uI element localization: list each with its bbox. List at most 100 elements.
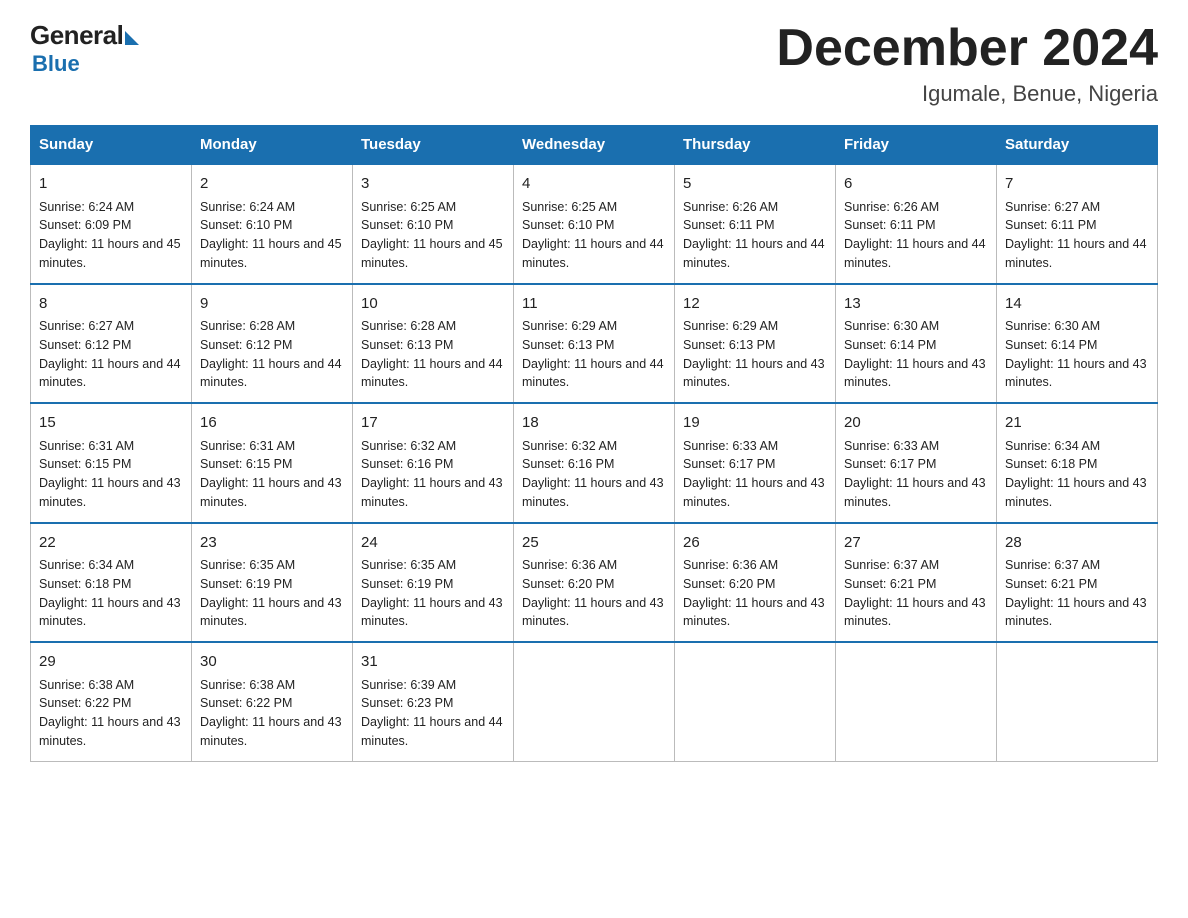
day-number: 29 bbox=[39, 651, 183, 674]
sunrise-text: Sunrise: 6:37 AM bbox=[844, 556, 988, 575]
sunset-text: Sunset: 6:13 PM bbox=[361, 336, 505, 355]
sunset-text: Sunset: 6:13 PM bbox=[522, 336, 666, 355]
sunset-text: Sunset: 6:21 PM bbox=[1005, 575, 1149, 594]
calendar-cell: 27Sunrise: 6:37 AMSunset: 6:21 PMDayligh… bbox=[836, 523, 997, 643]
sunrise-text: Sunrise: 6:34 AM bbox=[1005, 437, 1149, 456]
day-number: 8 bbox=[39, 293, 183, 316]
calendar-table: SundayMondayTuesdayWednesdayThursdayFrid… bbox=[30, 125, 1158, 762]
sunrise-text: Sunrise: 6:36 AM bbox=[683, 556, 827, 575]
day-number: 12 bbox=[683, 293, 827, 316]
sunset-text: Sunset: 6:19 PM bbox=[200, 575, 344, 594]
day-number: 11 bbox=[522, 293, 666, 316]
sunset-text: Sunset: 6:12 PM bbox=[200, 336, 344, 355]
logo: General Blue bbox=[30, 20, 139, 77]
sunset-text: Sunset: 6:11 PM bbox=[683, 216, 827, 235]
daylight-text: Daylight: 11 hours and 43 minutes. bbox=[683, 474, 827, 512]
sunset-text: Sunset: 6:14 PM bbox=[844, 336, 988, 355]
page-header: General Blue December 2024 Igumale, Benu… bbox=[30, 20, 1158, 107]
sunrise-text: Sunrise: 6:34 AM bbox=[39, 556, 183, 575]
day-number: 30 bbox=[200, 651, 344, 674]
day-number: 25 bbox=[522, 532, 666, 555]
daylight-text: Daylight: 11 hours and 43 minutes. bbox=[361, 594, 505, 632]
day-number: 23 bbox=[200, 532, 344, 555]
calendar-cell: 2Sunrise: 6:24 AMSunset: 6:10 PMDaylight… bbox=[192, 164, 353, 284]
calendar-cell: 22Sunrise: 6:34 AMSunset: 6:18 PMDayligh… bbox=[31, 523, 192, 643]
calendar-cell: 24Sunrise: 6:35 AMSunset: 6:19 PMDayligh… bbox=[353, 523, 514, 643]
sunset-text: Sunset: 6:10 PM bbox=[522, 216, 666, 235]
calendar-week-row: 15Sunrise: 6:31 AMSunset: 6:15 PMDayligh… bbox=[31, 403, 1158, 523]
sunset-text: Sunset: 6:10 PM bbox=[361, 216, 505, 235]
calendar-cell: 12Sunrise: 6:29 AMSunset: 6:13 PMDayligh… bbox=[675, 284, 836, 404]
calendar-cell: 19Sunrise: 6:33 AMSunset: 6:17 PMDayligh… bbox=[675, 403, 836, 523]
daylight-text: Daylight: 11 hours and 44 minutes. bbox=[361, 355, 505, 393]
daylight-text: Daylight: 11 hours and 43 minutes. bbox=[1005, 355, 1149, 393]
calendar-cell: 6Sunrise: 6:26 AMSunset: 6:11 PMDaylight… bbox=[836, 164, 997, 284]
logo-triangle-icon bbox=[125, 31, 139, 45]
daylight-text: Daylight: 11 hours and 43 minutes. bbox=[844, 594, 988, 632]
daylight-text: Daylight: 11 hours and 43 minutes. bbox=[844, 474, 988, 512]
calendar-week-row: 1Sunrise: 6:24 AMSunset: 6:09 PMDaylight… bbox=[31, 164, 1158, 284]
day-number: 16 bbox=[200, 412, 344, 435]
header-monday: Monday bbox=[192, 126, 353, 165]
sunrise-text: Sunrise: 6:35 AM bbox=[200, 556, 344, 575]
header-sunday: Sunday bbox=[31, 126, 192, 165]
calendar-cell: 28Sunrise: 6:37 AMSunset: 6:21 PMDayligh… bbox=[997, 523, 1158, 643]
day-number: 20 bbox=[844, 412, 988, 435]
calendar-cell bbox=[997, 642, 1158, 761]
day-number: 24 bbox=[361, 532, 505, 555]
sunrise-text: Sunrise: 6:29 AM bbox=[683, 317, 827, 336]
sunrise-text: Sunrise: 6:31 AM bbox=[200, 437, 344, 456]
sunrise-text: Sunrise: 6:30 AM bbox=[844, 317, 988, 336]
day-number: 9 bbox=[200, 293, 344, 316]
daylight-text: Daylight: 11 hours and 44 minutes. bbox=[39, 355, 183, 393]
day-number: 4 bbox=[522, 173, 666, 196]
sunrise-text: Sunrise: 6:38 AM bbox=[200, 676, 344, 695]
sunrise-text: Sunrise: 6:32 AM bbox=[522, 437, 666, 456]
header-wednesday: Wednesday bbox=[514, 126, 675, 165]
sunset-text: Sunset: 6:15 PM bbox=[39, 455, 183, 474]
day-number: 14 bbox=[1005, 293, 1149, 316]
sunset-text: Sunset: 6:22 PM bbox=[39, 694, 183, 713]
calendar-cell: 8Sunrise: 6:27 AMSunset: 6:12 PMDaylight… bbox=[31, 284, 192, 404]
calendar-cell: 18Sunrise: 6:32 AMSunset: 6:16 PMDayligh… bbox=[514, 403, 675, 523]
daylight-text: Daylight: 11 hours and 43 minutes. bbox=[1005, 594, 1149, 632]
calendar-cell: 11Sunrise: 6:29 AMSunset: 6:13 PMDayligh… bbox=[514, 284, 675, 404]
calendar-cell: 17Sunrise: 6:32 AMSunset: 6:16 PMDayligh… bbox=[353, 403, 514, 523]
day-number: 26 bbox=[683, 532, 827, 555]
logo-blue-text: Blue bbox=[32, 51, 80, 77]
sunset-text: Sunset: 6:20 PM bbox=[683, 575, 827, 594]
page-subtitle: Igumale, Benue, Nigeria bbox=[776, 81, 1158, 107]
sunset-text: Sunset: 6:21 PM bbox=[844, 575, 988, 594]
sunrise-text: Sunrise: 6:35 AM bbox=[361, 556, 505, 575]
sunset-text: Sunset: 6:22 PM bbox=[200, 694, 344, 713]
header-friday: Friday bbox=[836, 126, 997, 165]
sunrise-text: Sunrise: 6:28 AM bbox=[200, 317, 344, 336]
calendar-cell: 26Sunrise: 6:36 AMSunset: 6:20 PMDayligh… bbox=[675, 523, 836, 643]
daylight-text: Daylight: 11 hours and 43 minutes. bbox=[1005, 474, 1149, 512]
sunrise-text: Sunrise: 6:26 AM bbox=[844, 198, 988, 217]
sunrise-text: Sunrise: 6:36 AM bbox=[522, 556, 666, 575]
calendar-cell: 13Sunrise: 6:30 AMSunset: 6:14 PMDayligh… bbox=[836, 284, 997, 404]
calendar-cell bbox=[836, 642, 997, 761]
day-number: 7 bbox=[1005, 173, 1149, 196]
sunset-text: Sunset: 6:09 PM bbox=[39, 216, 183, 235]
sunset-text: Sunset: 6:18 PM bbox=[1005, 455, 1149, 474]
sunset-text: Sunset: 6:11 PM bbox=[844, 216, 988, 235]
day-number: 6 bbox=[844, 173, 988, 196]
daylight-text: Daylight: 11 hours and 44 minutes. bbox=[522, 355, 666, 393]
calendar-cell: 25Sunrise: 6:36 AMSunset: 6:20 PMDayligh… bbox=[514, 523, 675, 643]
day-number: 19 bbox=[683, 412, 827, 435]
daylight-text: Daylight: 11 hours and 45 minutes. bbox=[39, 235, 183, 273]
day-number: 27 bbox=[844, 532, 988, 555]
daylight-text: Daylight: 11 hours and 43 minutes. bbox=[39, 474, 183, 512]
daylight-text: Daylight: 11 hours and 44 minutes. bbox=[1005, 235, 1149, 273]
daylight-text: Daylight: 11 hours and 43 minutes. bbox=[361, 474, 505, 512]
day-number: 3 bbox=[361, 173, 505, 196]
day-number: 5 bbox=[683, 173, 827, 196]
calendar-cell: 14Sunrise: 6:30 AMSunset: 6:14 PMDayligh… bbox=[997, 284, 1158, 404]
daylight-text: Daylight: 11 hours and 43 minutes. bbox=[683, 594, 827, 632]
calendar-cell: 1Sunrise: 6:24 AMSunset: 6:09 PMDaylight… bbox=[31, 164, 192, 284]
sunrise-text: Sunrise: 6:24 AM bbox=[39, 198, 183, 217]
calendar-week-row: 29Sunrise: 6:38 AMSunset: 6:22 PMDayligh… bbox=[31, 642, 1158, 761]
sunset-text: Sunset: 6:10 PM bbox=[200, 216, 344, 235]
